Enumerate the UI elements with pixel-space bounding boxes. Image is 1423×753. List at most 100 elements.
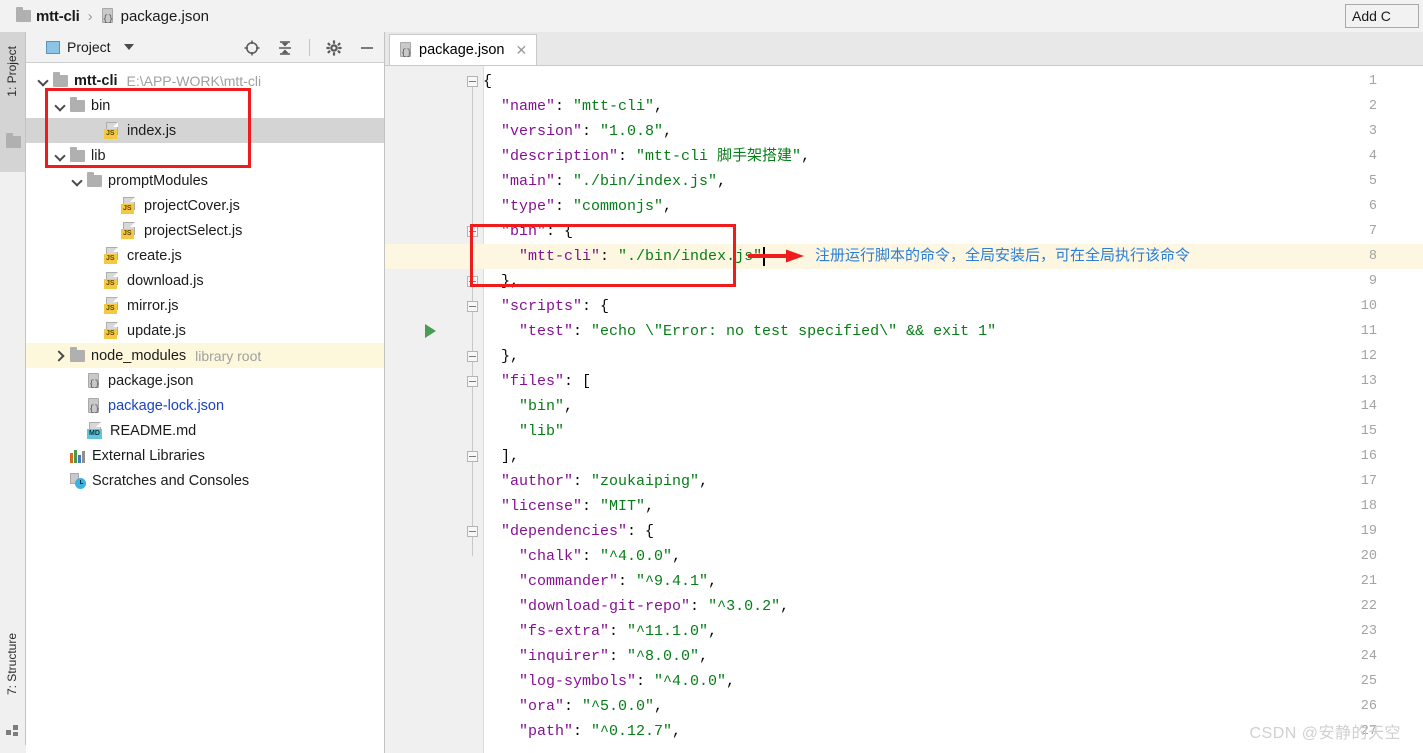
right-arrow-icon <box>748 249 804 263</box>
chevron-closed-icon[interactable] <box>53 349 67 363</box>
tree-row-update-js[interactable]: JS update.js <box>26 318 384 343</box>
tree-row-label: package-lock.json <box>108 397 225 414</box>
line-number: 3 <box>1368 124 1377 139</box>
tree-row-package-lock-json[interactable]: {} package-lock.json <box>26 393 384 418</box>
tool-window-button-structure[interactable]: 7: Structure <box>0 613 26 753</box>
line-number: 25 <box>1360 674 1377 689</box>
scratches-icon <box>70 472 86 489</box>
tree-row-node-modules[interactable]: node_modules library root <box>26 343 384 368</box>
fold-toggle-icon[interactable] <box>467 76 478 87</box>
line-number: 20 <box>1360 549 1377 564</box>
code-token: "mtt-cli" <box>483 248 601 265</box>
code-token: , <box>672 723 682 740</box>
fold-toggle-icon[interactable] <box>467 276 478 287</box>
fold-toggle-icon[interactable] <box>467 526 478 537</box>
code-token: "author" <box>483 473 574 490</box>
code-token: }, <box>483 348 520 365</box>
structure-icon <box>6 725 19 736</box>
tree-row-package-json[interactable]: {} package.json <box>26 368 384 393</box>
tool-window-button-project[interactable]: 1: Project <box>0 32 26 172</box>
tree-arrow-placeholder <box>87 299 101 313</box>
code-line: "author": "zoukaiping", <box>483 469 708 494</box>
breadcrumb-file[interactable]: {} package.json <box>99 8 211 25</box>
line-number: 13 <box>1360 374 1377 389</box>
collapse-all-icon[interactable] <box>276 39 294 57</box>
toolbar-divider <box>309 39 310 56</box>
json-file-icon: {} <box>87 372 102 389</box>
js-file-icon: JS <box>104 122 121 139</box>
code-token: "log-symbols" <box>483 673 637 690</box>
tree-row-sublabel: E:\APP-WORK\mtt-cli <box>126 72 262 89</box>
tree-row-mirror-js[interactable]: JS mirror.js <box>26 293 384 318</box>
add-configuration-button[interactable]: Add C <box>1345 4 1419 28</box>
tree-row-index-js[interactable]: JS index.js <box>26 118 384 143</box>
code-token: : <box>573 473 592 490</box>
chevron-open-icon[interactable] <box>70 174 84 188</box>
tree-arrow-placeholder <box>104 224 118 238</box>
breadcrumb-project[interactable]: mtt-cli <box>14 7 82 25</box>
tree-row-projectcover-js[interactable]: JS projectCover.js <box>26 193 384 218</box>
tree-row-external-libraries[interactable]: External Libraries <box>26 443 384 468</box>
gear-icon[interactable] <box>325 39 343 57</box>
project-panel-title: Project <box>67 39 111 55</box>
code-token: "^0.12.7" <box>591 723 673 740</box>
tree-row-label: lib <box>91 147 106 164</box>
tree-row-create-js[interactable]: JS create.js <box>26 243 384 268</box>
chevron-open-icon[interactable] <box>53 149 67 163</box>
line-number: 24 <box>1360 649 1377 664</box>
code-line: "main": "./bin/index.js", <box>483 169 726 194</box>
tree-row-projectselect-js[interactable]: JS projectSelect.js <box>26 218 384 243</box>
code-token: : <box>690 598 709 615</box>
code-line: "download-git-repo": "^3.0.2", <box>483 594 789 619</box>
js-file-icon: JS <box>104 322 121 339</box>
tree-row-lib[interactable]: lib <box>26 143 384 168</box>
code-line: "log-symbols": "^4.0.0", <box>483 669 735 694</box>
code-token: : <box>618 148 637 165</box>
fold-toggle-icon[interactable] <box>467 301 478 312</box>
annotation-text: 注册运行脚本的命令，全局安装后，可在全局执行该命令 <box>815 247 1191 264</box>
breadcrumb-project-label: mtt-cli <box>36 7 80 25</box>
code-token: "chalk" <box>483 548 583 565</box>
code-token: "scripts" <box>483 298 583 315</box>
tree-row-bin[interactable]: bin <box>26 93 384 118</box>
code-token: , <box>801 148 811 165</box>
project-title-dropdown[interactable]: Project <box>46 39 134 55</box>
tree-row-label: node_modules <box>91 347 187 364</box>
code-token: ], <box>483 448 520 465</box>
minimize-icon[interactable] <box>358 39 376 57</box>
fold-toggle-icon[interactable] <box>467 226 478 237</box>
tree-row-label: Scratches and Consoles <box>92 472 250 489</box>
js-file-icon: JS <box>104 297 121 314</box>
fold-toggle-icon[interactable] <box>467 351 478 362</box>
add-configuration-label: Add C <box>1352 8 1391 24</box>
tree-row-mtt-cli[interactable]: mtt-cli E:\APP-WORK\mtt-cli <box>26 68 384 93</box>
code-token: , <box>708 623 718 640</box>
tree-arrow-placeholder <box>53 449 67 463</box>
close-icon[interactable]: ✕ <box>515 42 527 59</box>
project-panel: Project mtt-cli E:\APP-WORK\mtt-cli bin … <box>26 32 385 753</box>
code-line: "files": [ <box>483 369 591 394</box>
tree-row-download-js[interactable]: JS download.js <box>26 268 384 293</box>
chevron-open-icon[interactable] <box>53 99 67 113</box>
line-number: 7 <box>1368 224 1377 239</box>
line-number: 11 <box>1360 324 1377 339</box>
tree-row-label: mtt-cli <box>74 72 118 89</box>
tree-row-readme-md[interactable]: MD README.md <box>26 418 384 443</box>
run-script-icon[interactable] <box>425 324 436 338</box>
line-number: 6 <box>1368 199 1377 214</box>
code-line: }, <box>483 344 519 369</box>
project-tree[interactable]: mtt-cli E:\APP-WORK\mtt-cli bin JS index.js l… <box>26 63 384 753</box>
code-line: "version": "1.0.8", <box>483 119 672 144</box>
code-editor[interactable]: 1 {2 "name": "mtt-cli", 3 "version": "1.0.… <box>385 66 1423 753</box>
fold-toggle-icon[interactable] <box>467 451 478 462</box>
tree-row-promptmodules[interactable]: promptModules <box>26 168 384 193</box>
folder-icon <box>70 96 85 112</box>
tree-row-scratches-and-consoles[interactable]: Scratches and Consoles <box>26 468 384 493</box>
fold-toggle-icon[interactable] <box>467 376 478 387</box>
chevron-open-icon[interactable] <box>36 74 50 88</box>
tab-package-json[interactable]: {} package.json ✕ <box>389 34 538 65</box>
code-token: "commander" <box>483 573 619 590</box>
tree-row-label: projectSelect.js <box>144 222 243 239</box>
tree-arrow-placeholder <box>87 124 101 138</box>
locate-target-icon[interactable] <box>243 39 261 57</box>
